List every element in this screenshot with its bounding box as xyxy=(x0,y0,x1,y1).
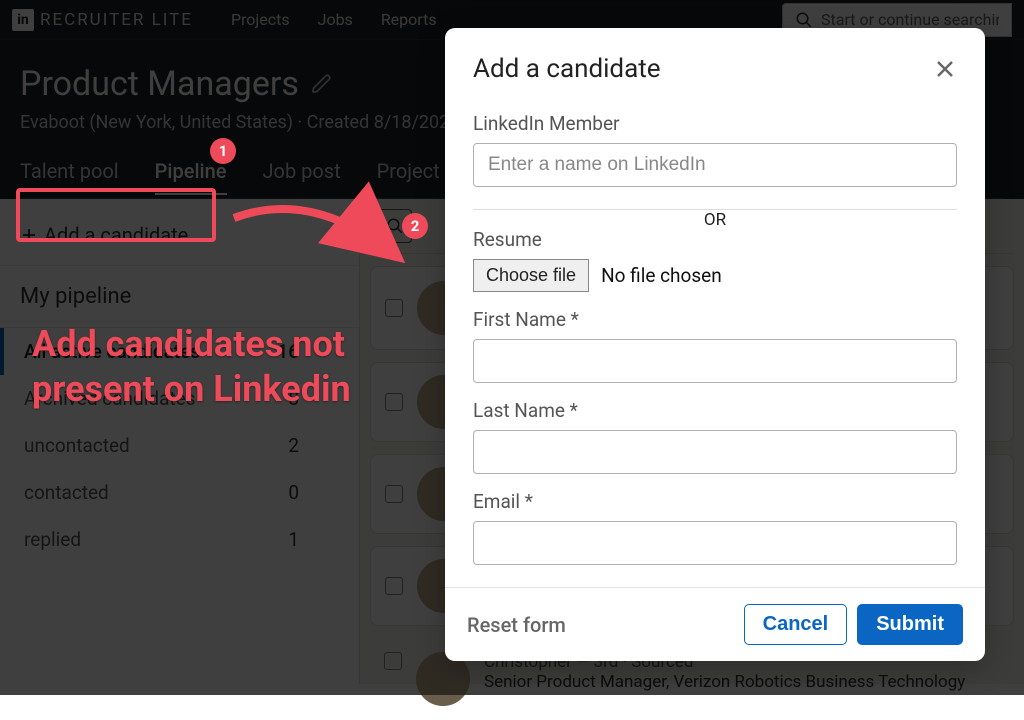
select-checkbox[interactable] xyxy=(384,652,402,670)
pipeline-row-count: 1 xyxy=(288,528,299,551)
nav-projects[interactable]: Projects xyxy=(231,10,290,29)
pipeline-row-archived[interactable]: Archived candidates 8 xyxy=(0,375,359,422)
modal-footer: Reset form Cancel Submit xyxy=(445,587,985,661)
select-checkbox[interactable] xyxy=(385,577,403,595)
or-divider: OR xyxy=(473,209,957,210)
search-icon xyxy=(386,217,404,235)
search-placeholder: Start or continue searching xyxy=(821,10,999,29)
pipeline-header: My pipeline xyxy=(0,265,359,328)
tab-talent-pool[interactable]: Talent pool xyxy=(20,159,119,195)
brand-logo[interactable]: in RECRUITER LITE xyxy=(12,9,193,31)
page-title: Product Managers xyxy=(20,64,299,104)
tab-job-post[interactable]: Job post xyxy=(263,159,341,195)
modal-form: LinkedIn Member OR Resume Choose file No… xyxy=(445,104,985,587)
nav-reports[interactable]: Reports xyxy=(381,10,437,29)
pipeline-row-label: Archived candidates xyxy=(24,387,196,410)
select-checkbox[interactable] xyxy=(385,485,403,503)
search-icon xyxy=(795,11,813,29)
close-icon[interactable] xyxy=(933,57,957,81)
pipeline-row-label: uncontacted xyxy=(24,434,130,457)
pipeline-row-count: 16 xyxy=(277,340,299,363)
brand-text: RECRUITER LITE xyxy=(40,10,193,30)
pipeline-row-label: replied xyxy=(24,528,81,551)
pipeline-row-count: 0 xyxy=(288,481,299,504)
first-name-label: First Name * xyxy=(473,308,957,331)
select-checkbox[interactable] xyxy=(385,299,403,317)
select-checkbox[interactable] xyxy=(385,393,403,411)
linkedin-member-input[interactable] xyxy=(473,143,957,187)
pipeline-row-contacted[interactable]: contacted 0 xyxy=(0,469,359,516)
pipeline-row-all-active[interactable]: All active candidates 16 xyxy=(0,328,359,375)
resume-label: Resume xyxy=(473,228,957,251)
add-candidate-button[interactable]: Add a candidate xyxy=(0,213,359,265)
cancel-button[interactable]: Cancel xyxy=(744,604,848,645)
first-name-input[interactable] xyxy=(473,339,957,383)
reset-form-button[interactable]: Reset form xyxy=(467,613,566,637)
add-candidate-modal: Add a candidate LinkedIn Member OR Resum… xyxy=(445,28,985,661)
pipeline-row-count: 8 xyxy=(288,387,299,410)
nav-jobs[interactable]: Jobs xyxy=(318,10,353,29)
pipeline-row-label: contacted xyxy=(24,481,109,504)
last-name-input[interactable] xyxy=(473,430,957,474)
last-name-label: Last Name * xyxy=(473,399,957,422)
choose-file-button[interactable]: Choose file xyxy=(473,259,589,292)
pipeline-row-count: 2 xyxy=(288,434,299,457)
search-candidates-button[interactable] xyxy=(378,209,412,243)
add-candidate-label: Add a candidate xyxy=(44,223,188,247)
email-input[interactable] xyxy=(473,521,957,565)
pipeline-row-uncontacted[interactable]: uncontacted 2 xyxy=(0,422,359,469)
pipeline-row-label: All active candidates xyxy=(24,340,200,363)
edit-icon[interactable] xyxy=(311,73,333,95)
linkedin-member-label: LinkedIn Member xyxy=(473,112,957,135)
no-file-text: No file chosen xyxy=(601,264,722,287)
pipeline-sidebar: Add a candidate My pipeline All active c… xyxy=(0,199,360,684)
linkedin-icon: in xyxy=(12,9,34,31)
tab-pipeline[interactable]: Pipeline xyxy=(155,159,227,195)
submit-button[interactable]: Submit xyxy=(857,604,963,645)
plus-icon xyxy=(20,226,38,244)
modal-title: Add a candidate xyxy=(473,54,661,84)
email-label: Email * xyxy=(473,490,957,513)
pipeline-row-replied[interactable]: replied 1 xyxy=(0,516,359,563)
candidate-title: Senior Product Manager, Verizon Robotics… xyxy=(484,672,1000,692)
